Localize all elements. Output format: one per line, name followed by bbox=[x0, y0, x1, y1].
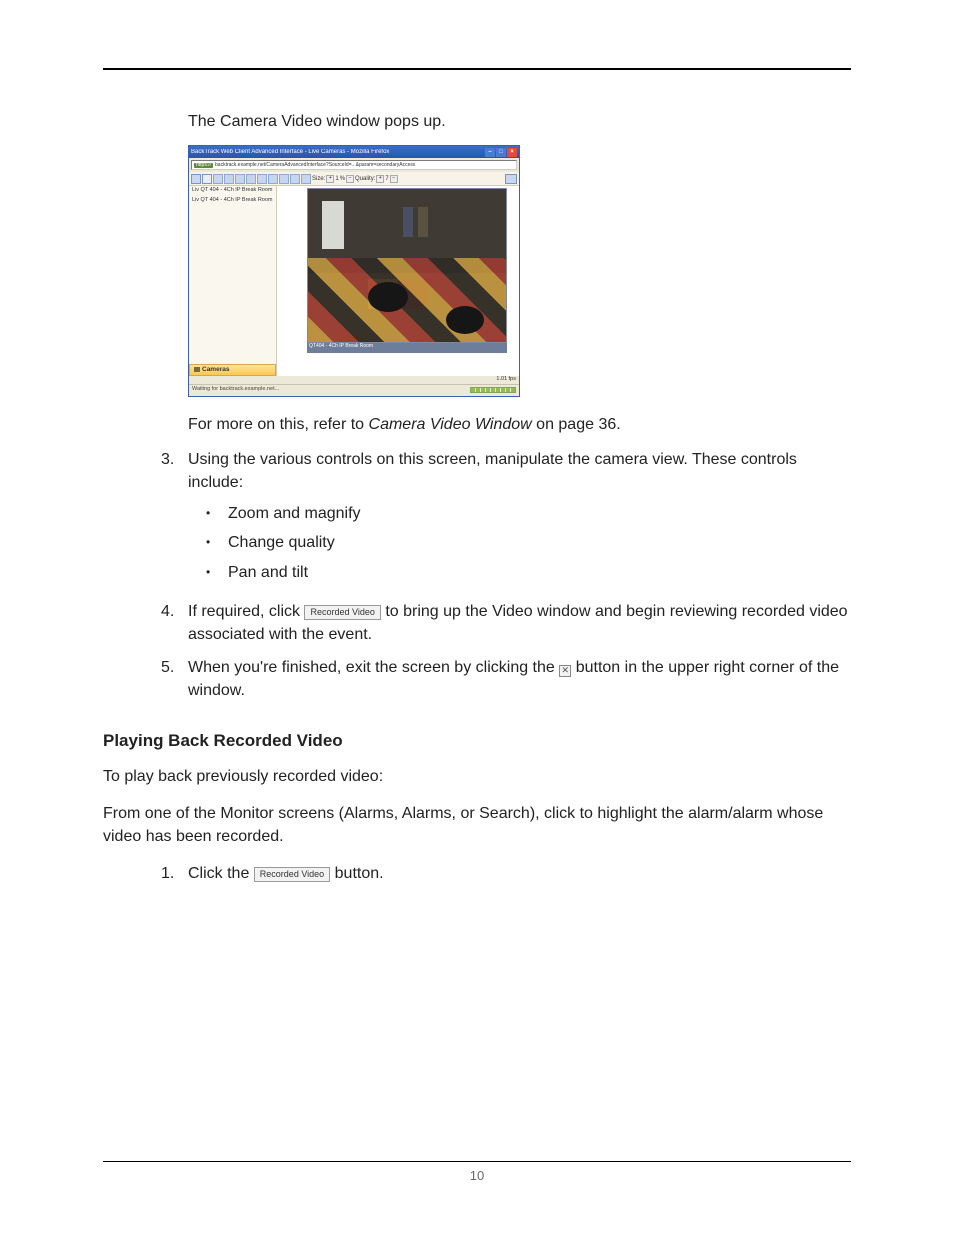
browser-window: BackTrack Web Client Advanced Interface … bbox=[188, 145, 520, 397]
instruction-list: 3. Using the various controls on this sc… bbox=[103, 448, 851, 703]
close-icon[interactable]: ✕ bbox=[559, 665, 571, 677]
controls-bullet-list: Zoom and magnify Change quality Pan and … bbox=[188, 502, 851, 584]
sidebar-cameras-label: Cameras bbox=[202, 367, 229, 374]
video-feed[interactable] bbox=[307, 188, 507, 343]
fps-indicator: 1.01 fps bbox=[189, 376, 519, 384]
sidebar-cameras-section[interactable]: Cameras bbox=[189, 364, 276, 377]
grid-option-icon[interactable] bbox=[301, 174, 311, 184]
toolbar-right-icon[interactable] bbox=[505, 174, 517, 184]
magnifier-icon[interactable] bbox=[202, 174, 212, 184]
list-number: 4. bbox=[161, 600, 188, 623]
grid-option-icon[interactable] bbox=[235, 174, 245, 184]
grid-option-icon[interactable] bbox=[290, 174, 300, 184]
instruction-text: Using the various controls on this scree… bbox=[188, 451, 797, 491]
quality-value: 7 bbox=[385, 176, 388, 182]
window-maximize-button[interactable]: □ bbox=[496, 148, 506, 157]
reference-link[interactable]: Camera Video Window bbox=[369, 416, 532, 433]
bullet-item: Zoom and magnify bbox=[188, 502, 851, 525]
list-number: 3. bbox=[161, 448, 188, 471]
quality-minus-button[interactable]: − bbox=[390, 175, 398, 183]
video-pane: QT404 - 4Ch IP Break Room bbox=[277, 186, 519, 376]
document-page: The Camera Video window pops up. BackTra… bbox=[0, 0, 954, 885]
page-footer: 10 bbox=[103, 1161, 851, 1183]
status-text: Waiting for backtrack.example.net... bbox=[192, 387, 279, 393]
playback-intro: To play back previously recorded video: bbox=[103, 765, 851, 788]
quality-plus-button[interactable]: + bbox=[376, 175, 384, 183]
instruction-pre: If required, click bbox=[188, 603, 304, 620]
camera-icon bbox=[194, 367, 200, 372]
recorded-video-button[interactable]: Recorded Video bbox=[304, 605, 380, 620]
camera-video-screenshot: BackTrack Web Client Advanced Interface … bbox=[188, 145, 851, 397]
list-number: 1. bbox=[161, 862, 188, 885]
size-label: Size: bbox=[312, 176, 325, 182]
sidebar: Liv QT 404 - 4Ch IP Break Room Liv QT 40… bbox=[189, 186, 277, 376]
size-minus-button[interactable]: − bbox=[346, 175, 354, 183]
quality-label: Quality: bbox=[355, 176, 375, 182]
grid-option-icon[interactable] bbox=[257, 174, 267, 184]
size-unit: % bbox=[340, 176, 345, 182]
grid-option-icon[interactable] bbox=[268, 174, 278, 184]
list-number: 5. bbox=[161, 656, 188, 679]
grid-option-icon[interactable] bbox=[279, 174, 289, 184]
reference-post: on page 36. bbox=[532, 416, 621, 433]
window-close-button[interactable]: × bbox=[507, 148, 517, 157]
reference-paragraph: For more on this, refer to Camera Video … bbox=[188, 413, 851, 436]
playback-list: 1. Click the Recorded Video button. bbox=[103, 862, 851, 885]
window-title: BackTrack Web Client Advanced Interface … bbox=[191, 149, 389, 155]
reference-pre: For more on this, refer to bbox=[188, 416, 369, 433]
instruction-item-4: 4. If required, click Recorded Video to … bbox=[103, 600, 851, 646]
url-text: backtrack.example.net/CameraAdvancedInte… bbox=[215, 163, 415, 168]
size-value: 1 bbox=[335, 176, 338, 182]
recorded-video-button[interactable]: Recorded Video bbox=[254, 867, 330, 882]
grid-layout-group bbox=[213, 174, 311, 184]
bullet-item: Pan and tilt bbox=[188, 561, 851, 584]
progress-indicator bbox=[470, 387, 516, 393]
instruction-pre: When you're finished, exit the screen by… bbox=[188, 659, 559, 676]
instruction-item-3: 3. Using the various controls on this sc… bbox=[103, 448, 851, 590]
app-toolbar: Size: + 1 % − Quality: + 7 − bbox=[189, 172, 519, 186]
size-plus-button[interactable]: + bbox=[326, 175, 334, 183]
instruction-pre: Click the bbox=[188, 865, 254, 882]
intro-paragraph: The Camera Video window pops up. bbox=[188, 110, 851, 133]
sidebar-camera-item[interactable]: Liv QT 404 - 4Ch IP Break Room bbox=[189, 196, 276, 206]
instruction-item-5: 5. When you're finished, exit the screen… bbox=[103, 656, 851, 702]
page-number: 10 bbox=[470, 1168, 484, 1183]
grid-option-icon[interactable] bbox=[224, 174, 234, 184]
grid-option-icon[interactable] bbox=[213, 174, 223, 184]
window-titlebar: BackTrack Web Client Advanced Interface … bbox=[189, 146, 519, 158]
bullet-item: Change quality bbox=[188, 531, 851, 554]
window-minimize-button[interactable]: – bbox=[485, 148, 495, 157]
sidebar-camera-item[interactable]: Liv QT 404 - 4Ch IP Break Room bbox=[189, 186, 276, 196]
layout-icon[interactable] bbox=[191, 174, 201, 184]
section-heading: Playing Back Recorded Video bbox=[103, 731, 851, 751]
playback-item-1: 1. Click the Recorded Video button. bbox=[103, 862, 851, 885]
playback-body: From one of the Monitor screens (Alarms,… bbox=[103, 802, 851, 848]
url-bar[interactable]: https:// backtrack.example.net/CameraAdv… bbox=[191, 160, 517, 170]
status-bar: Waiting for backtrack.example.net... bbox=[189, 384, 519, 396]
content-area: Liv QT 404 - 4Ch IP Break Room Liv QT 40… bbox=[189, 186, 519, 376]
video-caption: QT404 - 4Ch IP Break Room bbox=[307, 343, 507, 353]
url-scheme: https:// bbox=[194, 163, 213, 168]
instruction-post: button. bbox=[335, 865, 384, 882]
grid-option-icon[interactable] bbox=[246, 174, 256, 184]
top-rule bbox=[103, 68, 851, 70]
